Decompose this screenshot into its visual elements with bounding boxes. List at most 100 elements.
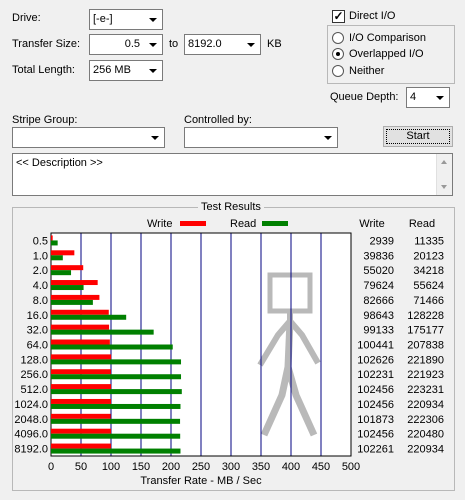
transfer-size-from-select[interactable]: 0.5	[89, 34, 163, 55]
read-value: 220480	[407, 429, 444, 441]
write-value: 102456	[357, 384, 394, 396]
x-tick-label: 400	[282, 461, 300, 473]
read-value: 20123	[413, 250, 444, 262]
read-value: 175177	[407, 325, 444, 337]
transfer-size-label: Transfer Size:	[12, 38, 81, 50]
write-value: 99133	[363, 325, 394, 337]
chevron-down-icon[interactable]	[144, 11, 161, 28]
focus-rect	[386, 129, 450, 144]
queue-depth-select[interactable]: 4	[406, 87, 450, 108]
read-value: 71466	[413, 295, 444, 307]
read-bar	[51, 448, 181, 454]
x-tick-label: 300	[222, 461, 240, 473]
start-button[interactable]: Start	[383, 126, 453, 147]
read-bar	[51, 418, 181, 424]
write-value: 102456	[357, 399, 394, 411]
overlapped-io-label[interactable]: Overlapped I/O	[349, 48, 424, 61]
transfer-rate-chart: 0.5 2939 11335 1.0 39836 20123 2.0 55020 34218 4.…	[14, 218, 444, 487]
read-value: 223231	[407, 384, 444, 396]
legend-write-label: Write	[147, 218, 172, 230]
write-column-header: Write	[359, 218, 384, 230]
read-bar	[51, 285, 84, 291]
read-value: 221923	[407, 369, 444, 381]
drive-value: [-e-]	[93, 13, 113, 25]
scroll-up-icon[interactable]	[441, 160, 447, 164]
write-value: 101873	[357, 414, 394, 426]
legend-write-swatch	[180, 221, 206, 226]
neither-label[interactable]: Neither	[349, 65, 384, 78]
overlapped-io-radio[interactable]	[332, 48, 344, 60]
chevron-down-icon[interactable]	[146, 129, 163, 146]
write-value: 98643	[363, 310, 394, 322]
x-axis-label: Transfer Rate - MB / Sec	[140, 475, 262, 487]
read-value: 11335	[414, 235, 444, 247]
x-tick-label: 250	[192, 461, 210, 473]
controlled-by-label: Controlled by:	[184, 114, 252, 126]
x-tick-label: 450	[312, 461, 330, 473]
write-bar	[51, 235, 53, 241]
read-bar	[51, 403, 181, 409]
category-label: 512.0	[20, 384, 48, 396]
x-tick-label: 500	[342, 461, 360, 473]
category-label: 2048.0	[14, 414, 48, 426]
write-bar	[51, 294, 100, 300]
transfer-size-from-value: 0.5	[124, 38, 140, 50]
write-bar	[51, 384, 112, 390]
write-value: 39836	[363, 250, 394, 262]
category-label: 128.0	[20, 354, 48, 366]
write-value: 102261	[357, 444, 394, 456]
scroll-down-icon[interactable]	[441, 185, 447, 189]
write-bar	[51, 324, 110, 330]
write-bar	[51, 398, 112, 404]
read-bar	[51, 270, 72, 276]
controlled-by-select[interactable]	[184, 127, 338, 148]
chevron-down-icon[interactable]	[431, 89, 448, 106]
read-bar	[51, 374, 182, 380]
read-bar	[51, 344, 173, 350]
chevron-down-icon[interactable]	[319, 129, 336, 146]
category-label: 8192.0	[14, 444, 48, 456]
write-bar	[51, 250, 75, 256]
category-label: 16.0	[27, 310, 48, 322]
write-bar	[51, 265, 84, 271]
neither-radio[interactable]	[332, 65, 344, 77]
legend-read-label: Read	[230, 218, 256, 230]
direct-io-label[interactable]: Direct I/O	[349, 10, 395, 23]
direct-io-checkbox[interactable]: ✓	[332, 10, 345, 23]
transfer-size-to-select[interactable]: 8192.0	[184, 34, 261, 55]
legend-read-swatch	[262, 221, 288, 226]
write-bar	[51, 413, 111, 419]
total-length-label: Total Length:	[12, 64, 75, 76]
logo-body	[284, 320, 294, 368]
read-bar	[51, 433, 181, 439]
total-length-value: 256 MB	[93, 64, 131, 76]
x-tick-label: 150	[132, 461, 150, 473]
write-value: 102626	[357, 354, 394, 366]
category-label: 256.0	[20, 369, 48, 381]
write-bar	[51, 339, 110, 345]
total-length-select[interactable]: 256 MB	[89, 60, 163, 81]
read-value: 221890	[407, 354, 444, 366]
stripe-group-label: Stripe Group:	[12, 114, 78, 126]
write-value: 82666	[363, 295, 394, 307]
test-results-panel: Test Results 0.5 2939 11335 1.0 39836 20123 2.…	[12, 200, 455, 491]
stripe-group-select[interactable]	[12, 127, 165, 148]
description-textarea[interactable]: << Description >>	[12, 153, 453, 196]
drive-select[interactable]: [-e-]	[89, 9, 163, 30]
io-comparison-radio[interactable]	[332, 32, 344, 44]
chevron-down-icon[interactable]	[144, 62, 161, 79]
description-scrollbar[interactable]	[436, 154, 452, 195]
category-label: 0.5	[33, 235, 48, 247]
chevron-down-icon[interactable]	[144, 36, 161, 53]
read-column-header: Read	[409, 218, 435, 230]
read-bar	[51, 240, 58, 246]
write-bar	[51, 428, 112, 434]
write-value: 55020	[363, 265, 394, 277]
read-bar	[51, 314, 127, 320]
read-value: 34218	[413, 265, 444, 277]
io-comparison-label[interactable]: I/O Comparison	[349, 32, 426, 45]
category-label: 64.0	[27, 340, 48, 352]
chevron-down-icon[interactable]	[242, 36, 259, 53]
category-label: 32.0	[27, 325, 48, 337]
write-value: 2939	[370, 235, 394, 247]
